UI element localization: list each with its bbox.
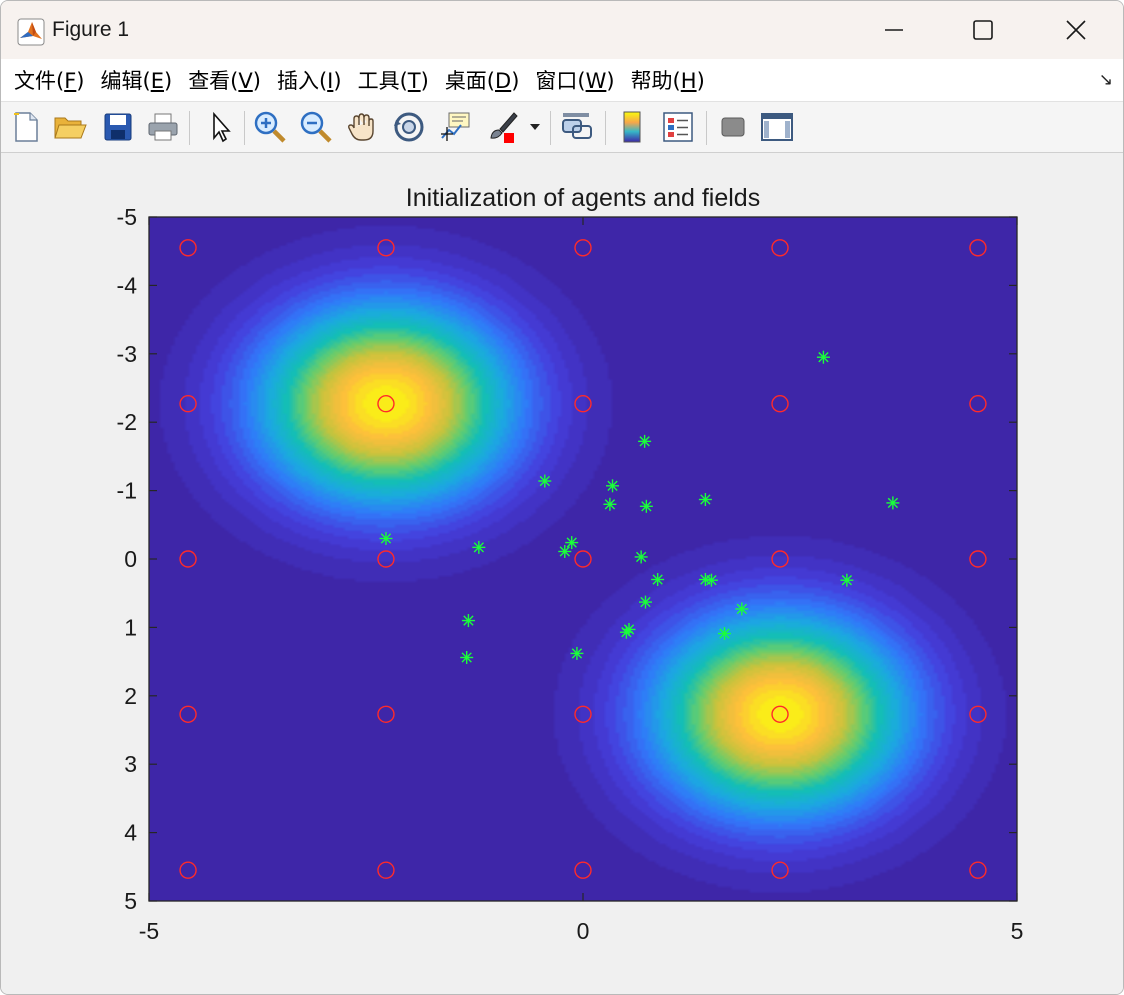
close-icon bbox=[1066, 20, 1086, 40]
agent-marker bbox=[565, 536, 579, 550]
data-cursor-icon bbox=[441, 112, 470, 141]
agent-marker bbox=[717, 627, 731, 641]
brush-dropdown-button[interactable] bbox=[525, 110, 545, 144]
agent-marker bbox=[472, 540, 486, 554]
y-tick-label: 1 bbox=[124, 614, 137, 640]
x-tick-label: 5 bbox=[1011, 918, 1024, 944]
agent-marker bbox=[619, 625, 633, 639]
menu-view[interactable]: 查看(V) bbox=[180, 65, 269, 95]
agent-marker bbox=[379, 531, 393, 545]
pan-hand-icon bbox=[348, 113, 374, 141]
zoom-out-button[interactable] bbox=[299, 110, 333, 144]
y-tick-label: -5 bbox=[117, 204, 137, 230]
rotate-3d-button[interactable] bbox=[392, 110, 426, 144]
menu-window[interactable]: 窗口(W) bbox=[527, 65, 622, 95]
agent-marker bbox=[639, 499, 653, 513]
close-button[interactable] bbox=[1030, 1, 1122, 59]
figure-window: Figure 1 文件(F) 编辑(E) 查看(V) 插入(I) 工具(T) 桌… bbox=[0, 0, 1124, 995]
agent-marker bbox=[638, 595, 652, 609]
agent-marker bbox=[570, 646, 584, 660]
agent-marker bbox=[461, 614, 475, 628]
new-figure-icon bbox=[14, 112, 38, 142]
brush-button[interactable] bbox=[486, 110, 520, 144]
select-arrow-icon bbox=[213, 111, 231, 143]
legend-icon bbox=[663, 112, 693, 142]
minimize-icon bbox=[885, 29, 903, 31]
menu-desktop[interactable]: 桌面(D) bbox=[437, 65, 528, 95]
y-tick-label: 0 bbox=[124, 546, 137, 572]
data-cursor-button[interactable] bbox=[439, 110, 473, 144]
y-tick-label: -2 bbox=[117, 409, 137, 435]
link-plot-button[interactable] bbox=[560, 110, 594, 144]
agent-marker bbox=[816, 350, 830, 364]
agent-marker bbox=[735, 602, 749, 616]
title-bar: Figure 1 bbox=[1, 1, 1123, 59]
maximize-button[interactable] bbox=[937, 1, 1029, 59]
matlab-logo-icon bbox=[17, 18, 45, 46]
save-icon bbox=[104, 113, 132, 141]
show-plot-tools-button[interactable] bbox=[760, 110, 794, 144]
chart[interactable]: Initialization of agents and fields -5 0 5… bbox=[1, 153, 1123, 995]
hide-plot-tools-icon bbox=[721, 117, 745, 137]
zoom-in-button[interactable] bbox=[253, 110, 287, 144]
menu-tools[interactable]: 工具(T) bbox=[350, 65, 437, 95]
minimize-button[interactable] bbox=[848, 1, 940, 59]
y-tick-label: 3 bbox=[124, 751, 137, 777]
colorbar-icon bbox=[623, 111, 641, 143]
field-heatmap bbox=[149, 217, 1017, 901]
agent-marker bbox=[634, 550, 648, 564]
menu-help[interactable]: 帮助(H) bbox=[623, 65, 713, 95]
figure-canvas: Initialization of agents and fields -5 0 5… bbox=[1, 153, 1123, 995]
agent-marker bbox=[603, 497, 617, 511]
menu-insert[interactable]: 插入(I) bbox=[269, 65, 350, 95]
y-tick-label: -4 bbox=[117, 272, 138, 298]
insert-legend-button[interactable] bbox=[661, 110, 695, 144]
menu-bar: 文件(F) 编辑(E) 查看(V) 插入(I) 工具(T) 桌面(D) 窗口(W… bbox=[1, 59, 1123, 101]
zoom-out-icon bbox=[300, 111, 332, 143]
agent-marker bbox=[606, 479, 620, 493]
open-file-icon bbox=[54, 117, 87, 139]
x-tick-label: 0 bbox=[577, 918, 590, 944]
chart-title: Initialization of agents and fields bbox=[406, 184, 760, 212]
y-tick-label: -3 bbox=[117, 341, 137, 367]
window-title: Figure 1 bbox=[52, 18, 130, 41]
figure-toolbar bbox=[1, 101, 1123, 153]
select-tool-button[interactable] bbox=[203, 110, 237, 144]
agent-marker bbox=[704, 573, 718, 587]
dock-figure-icon[interactable]: ↘ bbox=[1099, 70, 1113, 90]
link-icon bbox=[562, 113, 592, 139]
brush-icon bbox=[490, 112, 518, 143]
zoom-in-icon bbox=[254, 111, 286, 143]
save-button[interactable] bbox=[101, 110, 135, 144]
new-figure-button[interactable] bbox=[9, 110, 43, 144]
dropdown-icon bbox=[530, 124, 540, 130]
insert-colorbar-button[interactable] bbox=[615, 110, 649, 144]
x-tick-label: -5 bbox=[139, 918, 159, 944]
menu-file[interactable]: 文件(F) bbox=[6, 65, 93, 95]
open-file-button[interactable] bbox=[53, 110, 87, 144]
agent-marker bbox=[651, 573, 665, 587]
agent-marker bbox=[460, 650, 474, 664]
y-tick-label: 5 bbox=[124, 888, 137, 914]
print-button[interactable] bbox=[146, 110, 180, 144]
print-icon bbox=[148, 113, 178, 141]
maximize-icon bbox=[973, 20, 993, 40]
hide-plot-tools-button[interactable] bbox=[716, 110, 750, 144]
pan-button[interactable] bbox=[345, 110, 379, 144]
y-tick-label: -1 bbox=[117, 478, 137, 504]
rotate-3d-icon bbox=[394, 112, 424, 142]
y-tick-label: 2 bbox=[124, 683, 137, 709]
agent-marker bbox=[840, 573, 854, 587]
agent-marker bbox=[638, 434, 652, 448]
menu-edit[interactable]: 编辑(E) bbox=[93, 65, 181, 95]
y-tick-label: 4 bbox=[124, 820, 137, 846]
show-plot-tools-icon bbox=[761, 113, 793, 141]
agent-marker bbox=[538, 474, 552, 488]
agent-marker bbox=[698, 492, 712, 506]
agent-marker bbox=[886, 496, 900, 510]
agent-marker bbox=[558, 544, 572, 558]
